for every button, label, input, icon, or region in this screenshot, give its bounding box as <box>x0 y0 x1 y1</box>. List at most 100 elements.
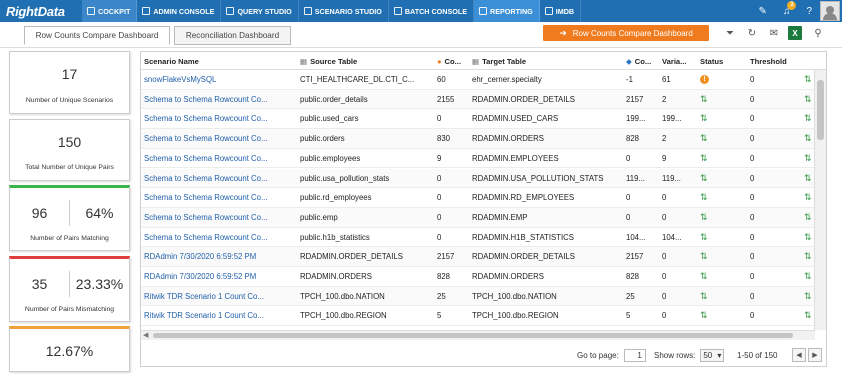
table-row[interactable]: Schema to Schema Rowcount Co... public.or… <box>141 129 815 149</box>
page-range: 1-50 of 150 <box>737 348 777 362</box>
cell-var: 199... <box>662 114 682 124</box>
cell-scenario[interactable]: Schema to Schema Rowcount Co... <box>141 208 297 227</box>
threshold-icon[interactable]: ⇅ <box>801 306 815 325</box>
cell-tgt: 0 <box>626 153 631 163</box>
bell-icon[interactable]: ♫ 3 <box>783 0 797 17</box>
table-row[interactable]: Schema to Schema Rowcount Co... public.em… <box>141 149 815 169</box>
nav-cockpit[interactable]: COCKPIT <box>82 0 138 22</box>
cell-scenario[interactable]: Schema to Schema Rowcount Co... <box>141 188 297 207</box>
tab-reconciliation[interactable]: Reconciliation Dashboard <box>174 26 291 45</box>
cell-target: ehr_cerner.specialty <box>472 75 542 84</box>
cell-scenario[interactable]: Schema to Schema Rowcount Co... <box>141 228 297 247</box>
table-row[interactable]: Schema to Schema Rowcount Co... public.h1… <box>141 228 815 248</box>
scroll-thumb[interactable] <box>153 333 793 338</box>
header-variance[interactable]: Varia... <box>659 52 697 70</box>
tab-row-counts-compare[interactable]: Row Counts Compare Dashboard <box>24 26 170 45</box>
cell-scenario[interactable]: Schema to Schema Rowcount Co... <box>141 109 297 128</box>
cell-scenario[interactable]: Ritwik TDR Scenario 1 Count Co... <box>141 287 297 306</box>
imdb-icon <box>544 7 553 15</box>
table-row[interactable]: Schema to Schema Rowcount Co... public.em… <box>141 207 815 228</box>
cell-scenario[interactable]: RDAdmin 7/30/2020 6:59:52 PM <box>141 267 297 286</box>
cell-scenario[interactable]: Ritwik TDR Scenario 1 Count Co... <box>141 306 297 325</box>
dashboard-selector-button[interactable]: ➜ Row Counts Compare Dashboard <box>543 25 709 41</box>
cell-target: TPCH_100.dbo.REGION <box>472 311 559 321</box>
status-cell: ⇅ <box>697 247 747 266</box>
table-row[interactable]: snowFlakeVsMySQL CTI_HEALTHCARE_DL.CTI_C.… <box>141 70 815 90</box>
table-row[interactable]: Schema to Schema Rowcount Co... public.us… <box>141 168 815 189</box>
cell-scenario[interactable]: Schema to Schema Rowcount Co... <box>141 169 297 188</box>
header-source-count[interactable]: ● Co... <box>434 52 469 70</box>
table-row[interactable]: Schema to Schema Rowcount Co... public.or… <box>141 89 815 110</box>
scroll-left-icon[interactable]: ◀ <box>143 331 148 339</box>
threshold-icon[interactable]: ⇅ <box>801 267 815 286</box>
threshold-icon[interactable]: ⇅ <box>801 287 815 306</box>
rows-per-page-select[interactable]: 50 ▾ <box>700 348 725 362</box>
table-row[interactable]: Schema to Schema Rowcount Co... public.us… <box>141 109 815 130</box>
header-target-table[interactable]: ▦ Target Table <box>469 52 623 70</box>
threshold-icon[interactable]: ⇅ <box>801 188 815 207</box>
avatar[interactable] <box>820 1 840 21</box>
table-row[interactable]: RDAdmin 7/30/2020 6:59:52 PM RDADMIN.ORDE… <box>141 247 815 267</box>
header-status[interactable]: Status <box>697 52 747 70</box>
cell-target: TPCH_100.dbo.NATION <box>472 291 557 301</box>
table-row[interactable]: Ritwik TDR Scenario 1 Count Co... TPCH_10… <box>141 286 815 307</box>
cell-scenario[interactable]: Schema to Schema Rowcount Co... <box>141 149 297 168</box>
table-row[interactable]: Schema to Schema Rowcount Co... public.rd… <box>141 188 815 208</box>
threshold-icon[interactable]: ⇅ <box>801 109 815 128</box>
pin-icon[interactable]: ⚲ <box>811 26 825 40</box>
nav-reporting[interactable]: REPORTING <box>474 0 540 22</box>
header-scenario-name[interactable]: Scenario Name <box>141 52 297 70</box>
filter-icon[interactable]: ⏷ <box>723 26 737 40</box>
cell-src: 828 <box>437 272 451 281</box>
threshold-icon[interactable]: ⇅ <box>801 129 815 148</box>
threshold-icon[interactable]: ⇅ <box>801 90 815 109</box>
excel-export-icon[interactable]: X <box>788 26 802 40</box>
cell-source: public.order_details <box>300 94 368 104</box>
table-row[interactable]: RDAdmin 7/30/2020 6:59:52 PM RDADMIN.ORDE… <box>141 267 815 287</box>
card-pairs-mismatching: 35 23.33% Number of Pairs Mismatching <box>9 256 130 322</box>
page-number-input[interactable]: 1 <box>623 348 646 362</box>
cell-src: 2157 <box>437 252 455 262</box>
nav-imdb[interactable]: IMDB <box>540 0 582 22</box>
brand-logo[interactable]: RightData <box>0 0 82 22</box>
vertical-scrollbar[interactable] <box>814 70 826 330</box>
nav-batch-console[interactable]: BATCH CONSOLE <box>389 0 475 22</box>
threshold-icon[interactable]: ⇅ <box>801 228 815 247</box>
table-row[interactable]: Ritwik TDR Scenario 1 Count Co... TPCH_10… <box>141 306 815 327</box>
header-threshold[interactable]: Threshold <box>747 52 815 70</box>
threshold-icon[interactable]: ⇅ <box>801 247 815 266</box>
cell-var: 2 <box>662 94 667 104</box>
scroll-thumb[interactable] <box>817 80 824 140</box>
threshold-icon[interactable]: ⇅ <box>801 149 815 168</box>
tab-label: Row Counts Compare Dashboard <box>35 31 159 40</box>
tools-icon[interactable]: ✎ <box>759 6 767 17</box>
cell-scenario[interactable]: Schema to Schema Rowcount Co... <box>141 90 297 109</box>
next-page-button[interactable]: ▶ <box>808 348 822 362</box>
nav-admin-console[interactable]: ADMIN CONSOLE <box>137 0 222 22</box>
threshold-icon[interactable]: ⇅ <box>801 70 815 89</box>
header-source-table[interactable]: ▦ Source Table <box>297 52 434 70</box>
prev-page-button[interactable]: ◀ <box>792 348 806 362</box>
nav-scenario-studio[interactable]: SCENARIO STUDIO <box>299 0 389 22</box>
cell-tgt: 828 <box>626 134 640 144</box>
nav-label: REPORTING <box>490 6 533 16</box>
status-cell: ! <box>697 70 747 89</box>
cell-scenario[interactable]: RDAdmin 7/30/2020 6:59:52 PM <box>141 247 297 266</box>
refresh-icon[interactable]: ↻ <box>745 26 759 40</box>
threshold-icon[interactable]: ⇅ <box>801 208 815 227</box>
cell-target: RDADMIN.USED_CARS <box>472 114 559 124</box>
cell-scenario[interactable]: snowFlakeVsMySQL <box>141 70 297 89</box>
help-icon[interactable]: ? <box>806 6 812 17</box>
cell-tgt: 828 <box>626 272 640 281</box>
threshold-icon[interactable]: ⇅ <box>801 169 815 188</box>
cell-scenario[interactable]: Schema to Schema Rowcount Co... <box>141 129 297 148</box>
cell-thr: 0 <box>750 114 755 124</box>
email-icon[interactable]: ✉ <box>767 26 781 40</box>
header-target-count[interactable]: ◆ Co... <box>623 52 659 70</box>
cell-target: RDADMIN.ORDER_DETAILS <box>472 252 575 262</box>
cell-thr: 0 <box>750 311 755 321</box>
compare-icon: ⇅ <box>700 192 708 203</box>
nav-query-studio[interactable]: QUERY STUDIO <box>221 0 299 22</box>
horizontal-scrollbar[interactable]: ◀ <box>141 330 815 340</box>
cell-src: 830 <box>437 134 451 144</box>
